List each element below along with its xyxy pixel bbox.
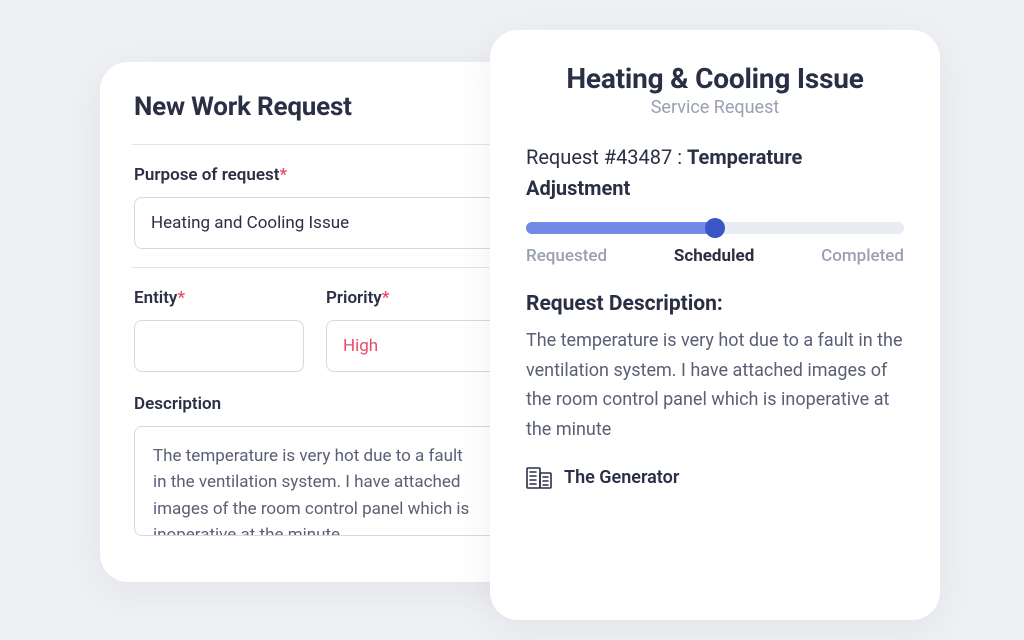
new-work-request-card: New Work Request Purpose of request* Ent…: [100, 62, 530, 582]
description-section: Description: [134, 390, 496, 558]
progress-fill: [526, 222, 715, 234]
request-title: Heating & Cooling Issue: [526, 62, 904, 95]
progress-thumb[interactable]: [705, 218, 725, 238]
entity-label: Entity*: [134, 288, 304, 308]
request-subtitle: Service Request: [526, 97, 904, 118]
progress-track[interactable]: [526, 222, 904, 234]
progress-wrap: Requested Scheduled Completed: [526, 222, 904, 266]
required-marker: *: [382, 288, 390, 308]
description-body: The temperature is very hot due to a fau…: [526, 326, 904, 445]
entity-name: The Generator: [564, 467, 679, 488]
purpose-input[interactable]: [134, 197, 496, 249]
description-label: Description: [134, 394, 496, 414]
progress-state-completed: Completed: [821, 246, 904, 266]
entity-priority-section: Entity* Priority*: [134, 268, 496, 390]
entity-label-text: Entity: [134, 288, 177, 308]
required-marker: *: [177, 288, 185, 308]
building-icon: [526, 467, 552, 489]
entity-row: The Generator: [526, 467, 904, 489]
request-id-prefix: Request #43487 :: [526, 145, 687, 169]
entity-field: Entity*: [134, 288, 304, 372]
description-heading: Request Description:: [526, 292, 904, 316]
purpose-label: Purpose of request*: [134, 165, 496, 185]
purpose-label-text: Purpose of request: [134, 165, 280, 185]
request-detail-card: Heating & Cooling Issue Service Request …: [490, 30, 940, 620]
request-id-line: Request #43487 : Temperature Adjustment: [526, 142, 904, 204]
progress-labels: Requested Scheduled Completed: [526, 246, 904, 266]
entity-input[interactable]: [134, 320, 304, 372]
progress-state-scheduled: Scheduled: [674, 246, 754, 266]
priority-field: Priority*: [326, 288, 496, 372]
progress-state-requested: Requested: [526, 246, 607, 266]
required-marker: *: [280, 165, 288, 185]
priority-label-text: Priority: [326, 288, 382, 308]
description-textarea[interactable]: [134, 426, 496, 536]
priority-input[interactable]: [326, 320, 496, 372]
priority-label: Priority*: [326, 288, 496, 308]
form-title: New Work Request: [134, 92, 496, 144]
purpose-section: Purpose of request*: [134, 145, 496, 267]
